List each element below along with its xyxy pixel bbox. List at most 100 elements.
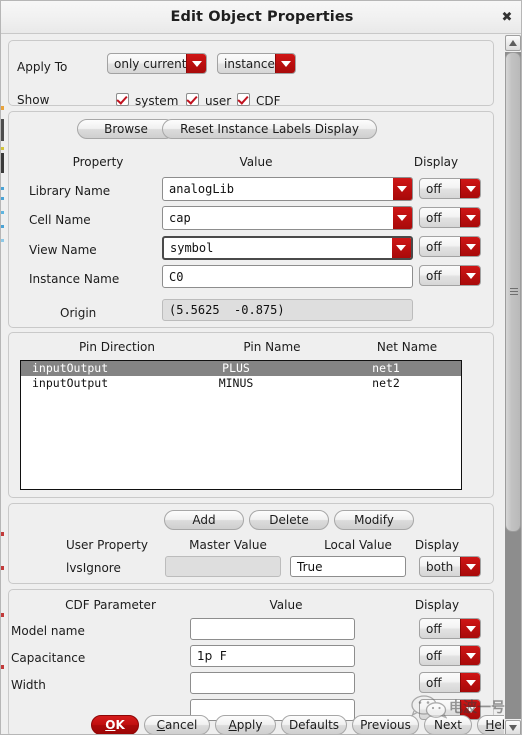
lvsignore-local-value-input[interactable]: True — [290, 556, 406, 577]
apply-to-label: Apply To — [17, 60, 68, 74]
local-value-header: Local Value — [324, 538, 392, 552]
view-name-label: View Name — [29, 243, 97, 257]
next-button[interactable]: Next — [424, 715, 472, 734]
scrollbar-track[interactable] — [505, 52, 521, 719]
table-row[interactable]: inputOutput PLUS net1 — [21, 361, 461, 376]
add-button[interactable]: Add — [164, 510, 244, 530]
edge-artifact — [1, 613, 4, 617]
apply-button[interactable]: Apply — [215, 715, 276, 734]
cell-name-display-combo[interactable]: off — [419, 207, 481, 228]
apply-scope-value: only current — [114, 56, 187, 71]
pin-name-cell: MINUS — [218, 376, 254, 390]
view-name-display-value: off — [426, 239, 442, 254]
pin-name-cell: PLUS — [222, 361, 250, 375]
edge-artifact — [1, 665, 4, 669]
instance-name-display-value: off — [426, 268, 442, 283]
show-cdf-label: CDF — [256, 94, 281, 108]
edge-artifact — [1, 153, 4, 173]
edge-artifact — [1, 225, 4, 228]
model-name-display-value: off — [426, 621, 442, 636]
view-name-input[interactable]: symbol — [162, 236, 413, 260]
chevron-down-icon — [460, 266, 480, 285]
instance-name-input[interactable]: C0 — [162, 265, 413, 288]
capacitance-value: 1p F — [197, 649, 227, 663]
lvsignore-master-value — [165, 556, 281, 577]
close-icon[interactable]: ✖ — [498, 9, 516, 27]
library-name-display-combo[interactable]: off — [419, 178, 481, 199]
chevron-down-icon — [460, 208, 480, 227]
apply-scope-combo[interactable]: only current — [107, 53, 207, 74]
cdf-display-header: Display — [414, 598, 460, 612]
chevron-down-icon — [460, 237, 480, 256]
cell-name-label: Cell Name — [29, 213, 91, 227]
width-label: Width — [11, 678, 46, 692]
cancel-button[interactable]: Cancel — [144, 715, 210, 734]
instance-name-value: C0 — [169, 269, 184, 284]
width-display-combo[interactable]: off — [419, 672, 481, 693]
scrollbar-thumb[interactable] — [505, 52, 521, 532]
pin-name-header: Pin Name — [243, 340, 301, 354]
pin-direction-cell: inputOutput — [32, 376, 109, 390]
instance-name-label: Instance Name — [29, 272, 120, 286]
lvsignore-display-value: both — [426, 559, 454, 574]
caret-down-icon[interactable] — [505, 720, 521, 734]
property-column-header: Property — [72, 155, 124, 169]
browse-button[interactable]: Browse — [77, 119, 175, 139]
edge-artifact — [1, 197, 4, 200]
chevron-down-icon[interactable] — [393, 207, 412, 229]
instance-name-display-combo[interactable]: off — [419, 265, 481, 286]
edge-artifact — [1, 147, 4, 150]
defaults-button[interactable]: Defaults — [281, 715, 347, 734]
show-user-label: user — [205, 94, 232, 108]
model-name-display-combo[interactable]: off — [419, 618, 481, 639]
library-name-input[interactable]: analogLib — [162, 177, 413, 201]
show-user-checkbox[interactable] — [186, 93, 199, 106]
modify-button[interactable]: Modify — [334, 510, 414, 530]
width-display-value: off — [426, 675, 442, 690]
width-input[interactable] — [190, 672, 355, 694]
edge-artifact — [1, 119, 4, 141]
apply-to-panel: Apply To only current instance Show syst… — [8, 40, 494, 108]
cdf-panel: CDF Parameter Value Display Model name o… — [8, 589, 494, 734]
table-row[interactable]: inputOutput MINUS net2 — [21, 376, 461, 391]
origin-field: (5.5625 -0.875) — [162, 299, 413, 321]
edge-artifact — [1, 532, 4, 536]
title-bar: Edit Object Properties ✖ — [1, 1, 521, 34]
user-property-panel: Add Delete Modify User Property Master V… — [8, 503, 494, 584]
edge-artifact — [1, 211, 4, 214]
capacitance-input[interactable]: 1p F — [190, 645, 355, 667]
reset-instance-labels-button[interactable]: Reset Instance Labels Display — [162, 119, 377, 139]
caret-up-icon[interactable] — [505, 35, 521, 51]
capacitance-display-value: off — [426, 648, 442, 663]
ok-button[interactable]: OK — [91, 715, 139, 734]
show-system-checkbox[interactable] — [116, 93, 129, 106]
chevron-down-icon — [460, 619, 480, 638]
show-label: Show — [17, 93, 50, 107]
cdf-parameter-header: CDF Parameter — [65, 598, 156, 612]
dialog-title: Edit Object Properties — [170, 9, 354, 25]
pin-direction-cell: inputOutput — [32, 361, 109, 375]
help-button[interactable]: Help — [477, 715, 504, 734]
model-name-label: Model name — [11, 624, 85, 638]
vertical-scrollbar[interactable] — [503, 35, 521, 734]
chevron-down-icon[interactable] — [392, 238, 411, 258]
show-cdf-checkbox[interactable] — [237, 93, 250, 106]
net-name-cell: net2 — [372, 376, 400, 390]
net-name-cell: net1 — [372, 361, 400, 375]
library-name-label: Library Name — [29, 184, 111, 198]
previous-button[interactable]: Previous — [352, 715, 419, 734]
cell-name-display-value: off — [426, 210, 442, 225]
model-name-input[interactable] — [190, 618, 355, 640]
apply-object-combo[interactable]: instance — [217, 53, 296, 74]
lvsignore-display-combo[interactable]: both — [419, 556, 481, 577]
delete-button[interactable]: Delete — [249, 510, 329, 530]
cell-name-input[interactable]: cap — [162, 206, 413, 230]
chevron-down-icon — [186, 54, 206, 73]
master-value-header: Master Value — [189, 538, 267, 552]
pin-table[interactable]: inputOutput PLUS net1 inputOutput MINUS … — [20, 360, 462, 490]
capacitance-display-combo[interactable]: off — [419, 645, 481, 666]
cdf-value-header: Value — [269, 598, 303, 612]
chevron-down-icon[interactable] — [393, 178, 412, 200]
view-name-display-combo[interactable]: off — [419, 236, 481, 257]
chevron-down-icon — [460, 179, 480, 198]
